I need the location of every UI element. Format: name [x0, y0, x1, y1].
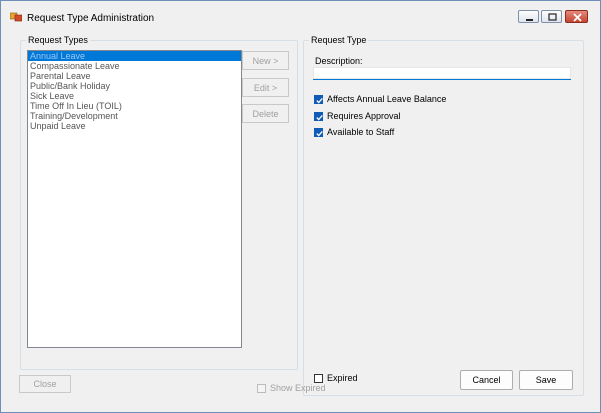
maximize-icon: [548, 13, 557, 21]
checkbox-checked-icon: [314, 94, 323, 104]
app-icon: [9, 12, 23, 22]
cancel-button[interactable]: Cancel: [460, 370, 513, 390]
maximize-button[interactable]: [541, 10, 562, 23]
requires-approval-label: Requires Approval: [327, 111, 401, 121]
available-to-staff-checkbox[interactable]: Available to Staff: [314, 127, 394, 137]
close-button[interactable]: Close: [19, 375, 71, 393]
list-item[interactable]: Sick Leave: [28, 91, 241, 101]
requires-approval-checkbox[interactable]: Requires Approval: [314, 111, 401, 121]
request-types-listbox[interactable]: Annual Leave Compassionate Leave Parenta…: [27, 50, 242, 348]
description-input[interactable]: [313, 67, 571, 80]
checkbox-checked-icon: [314, 127, 323, 137]
expired-checkbox[interactable]: Expired: [314, 373, 358, 383]
close-icon: [573, 13, 582, 22]
window-title: Request Type Administration: [27, 13, 155, 24]
list-item[interactable]: Time Off In Lieu (TOIL): [28, 101, 241, 111]
minimize-button[interactable]: [518, 10, 539, 23]
checkbox-checked-icon: [314, 111, 323, 121]
checkbox-unchecked-icon: [314, 373, 323, 383]
list-item[interactable]: Annual Leave: [28, 51, 241, 61]
request-type-group: Request Type: [303, 35, 584, 396]
affects-balance-label: Affects Annual Leave Balance: [327, 94, 447, 104]
minimize-icon: [526, 19, 533, 21]
list-item[interactable]: Training/Development: [28, 111, 241, 121]
title-bar[interactable]: Request Type Administration: [1, 1, 600, 27]
list-item[interactable]: Compassionate Leave: [28, 61, 241, 71]
request-type-admin-window: Request Type Administration Request Type…: [0, 0, 601, 413]
new-button[interactable]: New >: [242, 51, 289, 70]
show-expired-label: Show Expired: [270, 383, 326, 393]
list-item[interactable]: Unpaid Leave: [28, 121, 241, 131]
list-item[interactable]: Parental Leave: [28, 71, 241, 81]
save-button[interactable]: Save: [519, 370, 573, 390]
description-label: Description:: [315, 56, 363, 66]
request-type-legend: Request Type: [311, 35, 367, 45]
checkbox-unchecked-icon: [257, 383, 266, 393]
request-types-legend: Request Types: [28, 35, 88, 45]
edit-button[interactable]: Edit >: [242, 78, 289, 97]
close-window-button[interactable]: [565, 10, 588, 23]
available-to-staff-label: Available to Staff: [327, 127, 395, 137]
affects-balance-checkbox[interactable]: Affects Annual Leave Balance: [314, 94, 446, 104]
expired-label: Expired: [327, 373, 358, 383]
list-item[interactable]: Public/Bank Holiday: [28, 81, 241, 91]
show-expired-checkbox[interactable]: Show Expired: [257, 383, 326, 393]
delete-button[interactable]: Delete: [242, 104, 289, 123]
